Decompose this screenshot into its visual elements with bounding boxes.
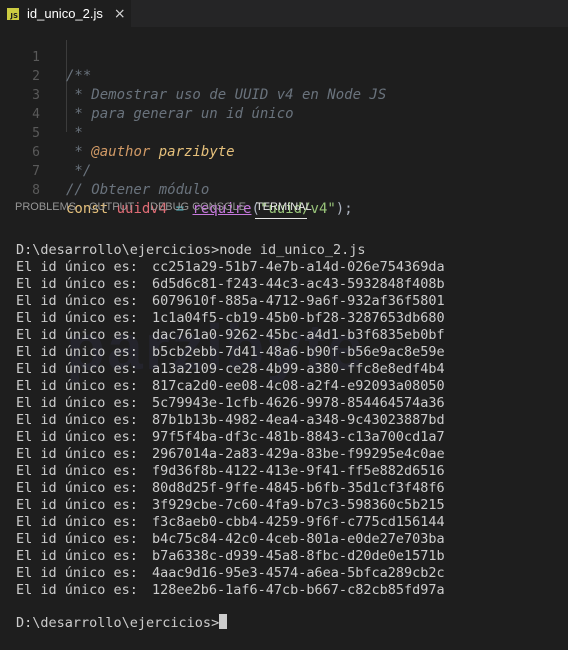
output-label: El id único es:	[16, 378, 138, 394]
uuid-value: 6d5d6c81-f243-44c3-ac43-5932848f408b	[152, 276, 445, 292]
uuid-value: 817ca2d0-ee08-4c08-a2f4-e92093a08050	[152, 378, 445, 394]
output-label: El id único es:	[16, 446, 138, 462]
tab-output[interactable]: OUTPUT	[89, 201, 134, 213]
terminal-output-line: El id único es: 87b1b13b-4982-4ea4-a348-9…	[16, 412, 445, 429]
tab-terminal[interactable]: TERMINAL	[256, 201, 312, 213]
uuid-value: 87b1b13b-4982-4ea4-a348-9c43023887bd	[152, 412, 445, 428]
output-label: El id único es:	[16, 514, 138, 530]
terminal-cursor	[219, 614, 228, 629]
uuid-value: b4c75c84-42c0-4ceb-801a-e0de27e703ba	[152, 531, 445, 547]
terminal-command: D:\desarrollo\ejercicios>node id_unico_2…	[16, 242, 366, 258]
code-line: 6 */	[0, 124, 568, 179]
uuid-value: 5c79943e-1cfb-4626-9978-854464574a36	[152, 395, 445, 411]
uuid-value: 80d8d25f-9ffe-4845-b6fb-35d1cf3f48f6	[152, 480, 445, 496]
terminal-output-line: El id único es: 6d5d6c81-f243-44c3-ac43-5…	[16, 276, 445, 293]
active-tab-indicator	[255, 218, 307, 219]
terminal-output-line: El id único es: a13a2109-ce28-4b99-a380-f…	[16, 361, 445, 378]
output-label: El id único es:	[16, 497, 138, 513]
terminal-output-line: El id único es: 5c79943e-1cfb-4626-9978-8…	[16, 395, 445, 412]
output-label: El id único es:	[16, 480, 138, 496]
output-label: El id único es:	[16, 276, 138, 292]
output-label: El id único es:	[16, 327, 138, 343]
terminal-output-line: El id único es: cc251a29-51b7-4e7b-a14d-0…	[16, 259, 445, 276]
terminal-output-line: El id único es: b5cb2ebb-7d41-48a6-b90f-b…	[16, 344, 445, 361]
terminal-output-line: El id único es: 6079610f-885a-4712-9a6f-9…	[16, 293, 445, 310]
terminal-output-line: El id único es: 3f929cbe-7c60-4fa9-b7c3-5…	[16, 497, 445, 514]
output-label: El id único es:	[16, 310, 138, 326]
output-label: El id único es:	[16, 395, 138, 411]
uuid-value: f3c8aeb0-cbb4-4259-9f6f-c775cd156144	[152, 514, 445, 530]
code-line: 4 *	[0, 86, 568, 141]
output-label: El id único es:	[16, 565, 138, 581]
output-label: El id único es:	[16, 429, 138, 445]
terminal-output-line: El id único es: 97f5f4ba-df3c-481b-8843-c…	[16, 429, 445, 446]
editor-tab-bar: JS id_unico_2.js ×	[0, 0, 568, 27]
output-label: El id único es:	[16, 412, 138, 428]
uuid-value: 128ee2b6-1af6-47cb-b667-c82cb85fd97a	[152, 582, 445, 598]
terminal-output-line: El id único es: 4aac9d16-95e3-4574-a6ea-5…	[16, 565, 445, 582]
tab-problems[interactable]: PROBLEMS	[15, 201, 76, 213]
code-line: 2 * Demostrar uso de UUID v4 en Node JS	[0, 48, 568, 103]
uuid-value: f9d36f8b-4122-413e-9f41-ff5e882d6516	[152, 463, 445, 479]
code-line: 3 * para generar un id único	[0, 67, 568, 122]
uuid-value: dac761a0-9262-45bc-a4d1-b3f6835eb0bf	[152, 327, 445, 343]
terminal-output-line: El id único es: 80d8d25f-9ffe-4845-b6fb-3…	[16, 480, 445, 497]
terminal-output-line: El id único es: 128ee2b6-1af6-47cb-b667-c…	[16, 582, 445, 599]
terminal[interactable]: parzibyte D:\desarrollo\ejercicios>node …	[0, 230, 568, 650]
output-label: El id único es:	[16, 344, 138, 360]
terminal-output-line: El id único es: f9d36f8b-4122-413e-9f41-f…	[16, 463, 445, 480]
tab-id-unico-2[interactable]: JS id_unico_2.js ×	[0, 0, 131, 27]
terminal-output-line: El id único es: 817ca2d0-ee08-4c08-a2f4-e…	[16, 378, 445, 395]
uuid-value: cc251a29-51b7-4e7b-a14d-026e754369da	[152, 259, 445, 275]
terminal-prompt-line[interactable]: D:\desarrollo\ejercicios>	[16, 614, 228, 632]
output-label: El id único es:	[16, 361, 138, 377]
uuid-value: 4aac9d16-95e3-4574-a6ea-5bfca289cb2c	[152, 565, 445, 581]
terminal-output-line: El id único es: b4c75c84-42c0-4ceb-801a-e…	[16, 531, 445, 548]
code-line: 1 /**	[0, 29, 568, 84]
output-label: El id único es:	[16, 463, 138, 479]
terminal-output-line: El id único es: dac761a0-9262-45bc-a4d1-b…	[16, 327, 445, 344]
output-label: El id único es:	[16, 548, 138, 564]
uuid-value: 6079610f-885a-4712-9a6f-932af36f5801	[152, 293, 445, 309]
uuid-value: 2967014a-2a83-429a-83be-f99295e4c0ae	[152, 446, 445, 462]
code-line: 8 const uuidv4 = require("uuid/v4");	[0, 162, 568, 217]
output-label: El id único es:	[16, 582, 138, 598]
uuid-value: 1c1a04f5-cb19-45b0-bf28-3287653db680	[152, 310, 445, 326]
code-line: 7 // Obtener módulo	[0, 143, 568, 198]
uuid-value: a13a2109-ce28-4b99-a380-ffc8e8edf4b4	[152, 361, 445, 377]
output-label: El id único es:	[16, 293, 138, 309]
terminal-output-line: El id único es: b7a6338c-d939-45a8-8fbc-d…	[16, 548, 445, 565]
terminal-output-line: El id único es: 1c1a04f5-cb19-45b0-bf28-3…	[16, 310, 445, 327]
tab-debug-console[interactable]: DEBUG CONSOLE	[150, 201, 246, 213]
uuid-value: b5cb2ebb-7d41-48a6-b90f-b56e9ac8e59e	[152, 344, 445, 360]
terminal-prompt: D:\desarrollo\ejercicios>	[16, 615, 220, 631]
output-label: El id único es:	[16, 259, 138, 275]
uuid-value: 97f5f4ba-df3c-481b-8843-c13a700cd1a7	[152, 429, 445, 445]
uuid-value: 3f929cbe-7c60-4fa9-b7c3-598360c5b215	[152, 497, 445, 513]
output-label: El id único es:	[16, 531, 138, 547]
code-line: 5 * @author parzibyte	[0, 105, 568, 160]
javascript-file-icon: JS	[7, 7, 19, 20]
terminal-output-line: El id único es: 2967014a-2a83-429a-83be-f…	[16, 446, 445, 463]
close-icon[interactable]: ×	[114, 6, 126, 22]
terminal-output-line: El id único es: f3c8aeb0-cbb4-4259-9f6f-c…	[16, 514, 445, 531]
uuid-value: b7a6338c-d939-45a8-8fbc-d20de0e1571b	[152, 548, 445, 564]
code-editor[interactable]: 1 /** 2 * Demostrar uso de UUID v4 en No…	[0, 27, 568, 217]
tab-title: id_unico_2.js	[27, 6, 103, 21]
